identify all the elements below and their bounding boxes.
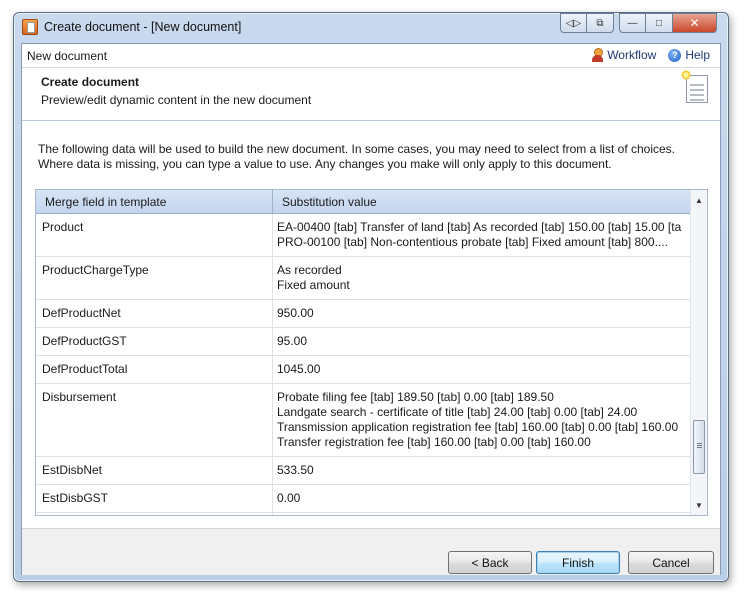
minimize-button[interactable]: — [619,13,646,33]
command-links: Workflow ? Help [592,48,710,62]
merge-field-cell: DefProductTotal [36,356,273,383]
table-row[interactable]: EstDisbTotal533.50 [36,513,691,515]
workflow-person-icon [592,48,604,62]
substitution-value-line: PRO-00100 [tab] Non-contentious probate … [277,235,668,249]
maximize-button[interactable]: □ [646,13,673,33]
workflow-label: Workflow [607,48,657,62]
merge-field-cell: DefProductNet [36,300,273,327]
wizard-header: Create document Preview/edit dynamic con… [22,69,720,121]
help-icon: ? [668,48,682,62]
command-bar: New document Workflow ? Help [22,44,720,68]
finish-button[interactable]: Finish [536,551,620,574]
scroll-up-arrow-icon[interactable]: ▲ [691,192,707,208]
table-row[interactable]: DefProductGST 95.00 [36,328,691,356]
table-row[interactable]: DefProductTotal 1045.00 [36,356,691,384]
substitution-value-line: Transfer registration fee [tab] 160.00 [… [277,435,591,449]
table-row[interactable]: Disbursement Probate filing fee [tab] 189… [36,384,691,457]
window-title: Create document - [New document] [44,20,242,34]
substitution-value-cell[interactable]: Probate filing fee [tab] 189.50 [tab] 0.… [273,384,691,456]
substitution-value-line: As recorded [277,263,342,277]
substitution-value-line: 533.50 [277,463,314,477]
merge-field-cell: EstDisbTotal [36,513,273,515]
column-header-merge-field[interactable]: Merge field in template [36,190,273,214]
title-tool-group: ◁▷ ⧉ [560,13,614,33]
dialog-client: New document Workflow ? Help Create docu… [21,43,721,575]
page-subtitle: Preview/edit dynamic content in the new … [41,93,312,107]
substitution-value-cell[interactable]: EA-00400 [tab] Transfer of land [tab] As… [273,214,691,256]
substitution-value-line: EA-00400 [tab] Transfer of land [tab] As… [277,220,682,234]
grid-rows: Product EA-00400 [tab] Transfer of land [… [36,214,691,515]
substitution-value-line: 950.00 [277,306,314,320]
substitution-value-line: Transmission application registration fe… [277,420,679,434]
new-document-icon [681,70,708,103]
back-button[interactable]: < Back [448,551,532,574]
merge-field-cell: Product [36,214,273,256]
substitution-value-cell[interactable]: As recorded Fixed amount [273,257,691,299]
close-button[interactable]: ✕ [673,13,717,33]
substitution-value-cell[interactable]: 533.50 [273,513,691,515]
window-controls: — □ ✕ [619,13,717,33]
grid-header: Merge field in template Substitution val… [36,190,691,214]
scroll-down-arrow-icon[interactable]: ▼ [691,497,707,513]
wizard-footer: < Back Finish Cancel [22,528,720,575]
workflow-link[interactable]: Workflow [592,48,656,62]
substitution-value-line: 0.00 [277,491,301,505]
substitution-value-cell[interactable]: 0.00 [273,485,691,512]
table-row[interactable]: ProductChargeType As recorded Fixed amount [36,257,691,300]
table-row[interactable]: DefProductNet 950.00 [36,300,691,328]
app-document-icon [22,19,38,35]
intro-text: The following data will be used to build… [38,142,676,171]
breadcrumb: New document [27,49,108,63]
merge-field-cell: ProductChargeType [36,257,273,299]
table-row[interactable]: Product EA-00400 [tab] Transfer of land [… [36,214,691,257]
substitution-value-line: 1045.00 [277,362,321,376]
substitution-value-cell[interactable]: 533.50 [273,457,691,484]
wizard-body: The following data will be used to build… [22,122,720,527]
substitution-value-line: 95.00 [277,334,308,348]
title-bar[interactable]: Create document - [New document] ◁▷ ⧉ — … [14,13,728,41]
grid-scrollbar[interactable]: ▲ ▼ [690,190,707,515]
substitution-value-line: Landgate search - certificate of title [… [277,405,638,419]
table-row[interactable]: EstDisbNet 533.50 [36,457,691,485]
substitution-value-cell[interactable]: 950.00 [273,300,691,327]
scroll-thumb[interactable] [693,420,705,474]
help-label: Help [685,48,710,62]
table-row[interactable]: EstDisbGST 0.00 [36,485,691,513]
dialog-window: Create document - [New document] ◁▷ ⧉ — … [13,12,729,582]
substitution-value-line: Fixed amount [277,278,350,292]
substitution-value-cell[interactable]: 1045.00 [273,356,691,383]
arrows-icon-button[interactable]: ◁▷ [560,13,587,33]
help-link[interactable]: ? Help [668,48,710,62]
merge-field-cell: EstDisbGST [36,485,273,512]
copy-window-icon-button[interactable]: ⧉ [587,13,614,33]
merge-field-cell: Disbursement [36,384,273,456]
page-title: Create document [41,75,140,89]
substitution-value-cell[interactable]: 95.00 [273,328,691,355]
merge-field-cell: DefProductGST [36,328,273,355]
substitution-value-line: Probate filing fee [tab] 189.50 [tab] 0.… [277,390,554,404]
cancel-button[interactable]: Cancel [628,551,714,574]
column-header-substitution[interactable]: Substitution value [273,190,691,214]
merge-field-cell: EstDisbNet [36,457,273,484]
merge-field-grid: Merge field in template Substitution val… [35,189,708,516]
